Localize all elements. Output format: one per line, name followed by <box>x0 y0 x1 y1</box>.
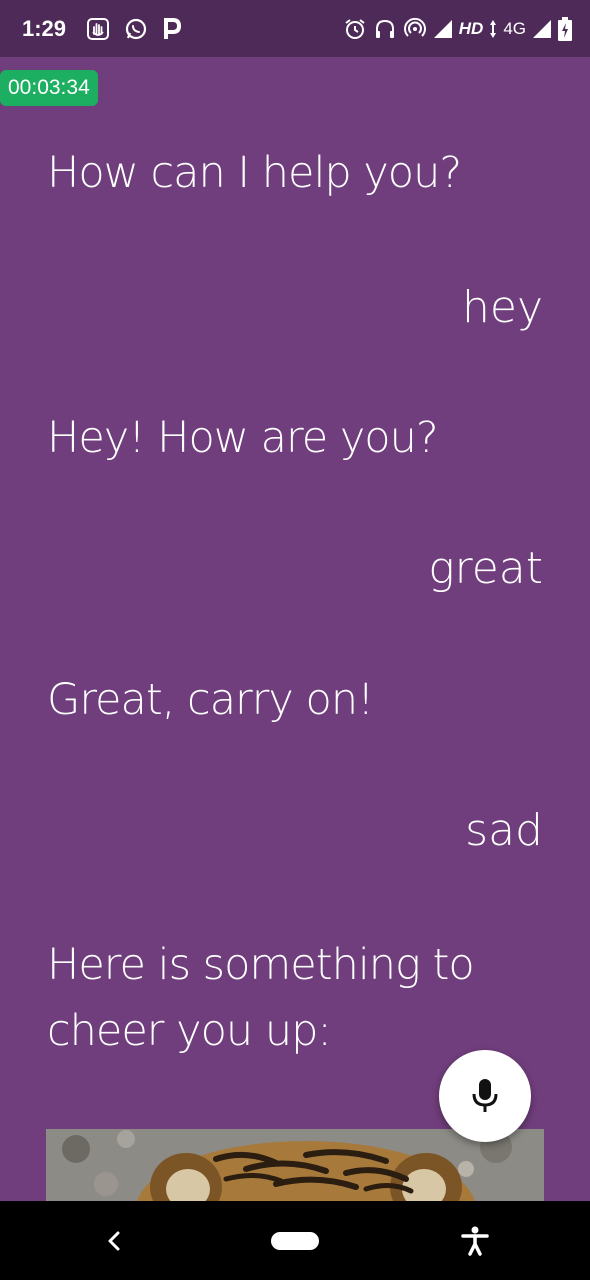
status-left: 1:29 <box>22 16 182 42</box>
hand-icon <box>86 17 110 41</box>
headset-icon <box>373 17 397 41</box>
paytm-icon <box>162 17 182 41</box>
network-label: HD <box>458 18 484 38</box>
user-message: great <box>428 543 543 594</box>
microphone-icon <box>471 1078 499 1114</box>
user-message: hey <box>462 282 543 333</box>
back-icon[interactable] <box>104 1229 124 1253</box>
data-arrows-icon <box>489 19 497 39</box>
bot-message: How can I help you? <box>47 148 462 198</box>
whatsapp-icon <box>124 17 148 41</box>
network-type: 4G <box>503 18 526 38</box>
status-time: 1:29 <box>22 15 67 41</box>
bot-message: Here is something to cheer you up: <box>47 940 475 1056</box>
battery-charging-icon <box>558 16 572 41</box>
navigation-bar <box>0 1201 590 1280</box>
mic-button[interactable] <box>439 1050 531 1142</box>
bot-message: Great, carry on! <box>47 675 374 725</box>
call-timer: 00:03:34 <box>0 70 98 106</box>
signal-icon <box>532 19 552 39</box>
alarm-icon <box>343 17 367 41</box>
tiger-cub-image <box>46 1129 544 1201</box>
status-bar: 1:29 HD 4G <box>0 0 590 57</box>
status-right: HD 4G <box>343 16 572 41</box>
home-button[interactable] <box>271 1232 319 1250</box>
cheer-image[interactable] <box>46 1129 544 1201</box>
accessibility-icon[interactable] <box>461 1226 489 1256</box>
hotspot-icon <box>403 17 427 41</box>
bot-message: Hey! How are you? <box>47 413 439 463</box>
user-message: sad <box>465 805 543 856</box>
signal-icon <box>433 19 453 39</box>
